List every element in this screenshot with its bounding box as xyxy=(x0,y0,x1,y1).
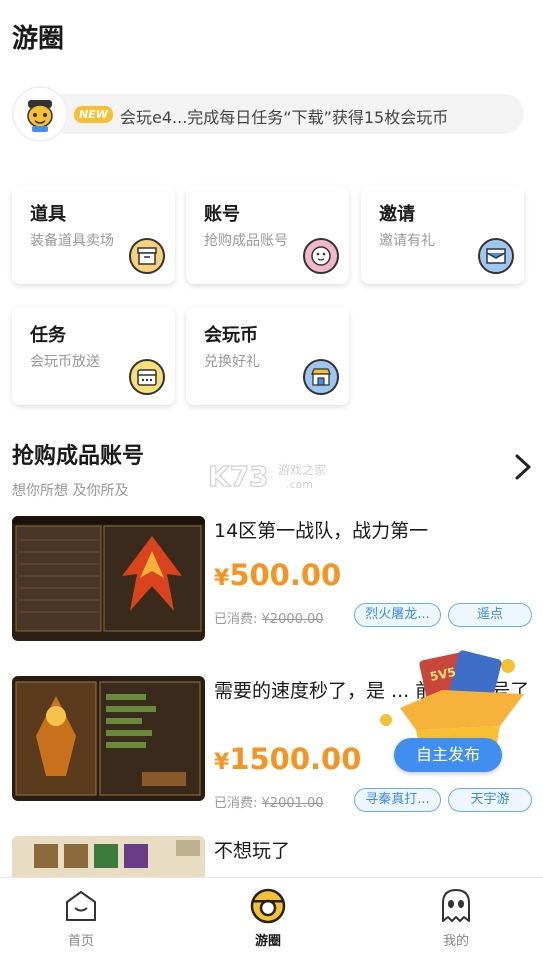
publish-floating-button[interactable]: 5V5 自主发布 xyxy=(372,650,532,780)
face-icon xyxy=(303,238,339,274)
spent-value: ¥2000.00 xyxy=(261,612,324,627)
card-title: 邀请 xyxy=(379,204,415,225)
section-title: 抢购成品账号 xyxy=(12,444,145,469)
price-value: 1500.00 xyxy=(229,742,362,776)
card-subtitle: 会玩币放送 xyxy=(30,354,100,370)
spent-label: 已消费: xyxy=(214,612,258,627)
tab-mine[interactable]: 我的 xyxy=(416,886,496,949)
card-props[interactable]: 道具 装备道具卖场 xyxy=(12,186,175,284)
tab-home[interactable]: 首页 xyxy=(41,886,121,949)
game-tag[interactable]: 烈火屠龙... xyxy=(354,603,441,627)
card-coins[interactable]: 会玩币 兑换好礼 xyxy=(186,307,349,405)
card-subtitle: 邀请有礼 xyxy=(379,233,435,249)
page-title: 游圈 xyxy=(12,24,65,54)
new-badge: NEW xyxy=(74,106,113,123)
item-price: ¥500.00 xyxy=(214,558,341,592)
home-icon xyxy=(61,886,101,926)
card-task[interactable]: 任务 会玩币放送 xyxy=(12,307,175,405)
store-icon xyxy=(129,238,165,274)
spent-value: ¥2001.00 xyxy=(261,796,324,811)
item-thumbnail xyxy=(12,676,205,801)
card-title: 道具 xyxy=(30,204,66,225)
currency-symbol: ¥ xyxy=(214,750,230,775)
shop-icon xyxy=(303,359,339,395)
svg-text:.com: .com xyxy=(286,478,313,491)
card-invite[interactable]: 邀请 邀请有礼 xyxy=(361,186,524,284)
item-title: 14区第一战队，战力第一 xyxy=(214,520,429,542)
svg-text:游戏之家: 游戏之家 xyxy=(278,462,326,477)
card-subtitle: 装备道具卖场 xyxy=(30,233,114,249)
mascot-avatar-icon[interactable] xyxy=(12,86,68,142)
calendar-icon xyxy=(129,359,165,395)
item-price: ¥1500.00 xyxy=(214,742,361,776)
bottom-tab-bar: 首页 游圈 我的 xyxy=(0,877,543,953)
tab-label: 我的 xyxy=(442,934,469,949)
tab-label: 首页 xyxy=(67,934,94,949)
item-thumbnail xyxy=(12,836,205,877)
section-subtitle: 想你所想 及你所及 xyxy=(12,483,129,499)
chevron-right-icon[interactable] xyxy=(511,452,535,482)
notice-text[interactable]: 会玩e4...完成每日任务“下载”获得15枚会玩币 xyxy=(120,104,448,128)
card-title: 账号 xyxy=(204,204,240,225)
item-title: 不想玩了 xyxy=(214,840,291,862)
price-value: 500.00 xyxy=(229,558,342,592)
list-item[interactable]: 14区第一战队，战力第一 ¥500.00 已消费: ¥2000.00 烈火屠龙.… xyxy=(12,516,532,642)
item-thumbnail xyxy=(12,516,205,641)
mail-icon xyxy=(478,238,514,274)
tab-label: 游圈 xyxy=(254,934,281,949)
tab-circle[interactable]: 游圈 xyxy=(228,886,308,949)
watermark-logo: K73 游戏之家 .com xyxy=(207,458,338,496)
circle-icon xyxy=(248,886,288,926)
notice-bar[interactable]: NEW 会玩e4...完成每日任务“下载”获得15枚会玩币 xyxy=(12,86,524,142)
publish-button-label[interactable]: 自主发布 xyxy=(394,738,502,772)
card-subtitle: 兑换好礼 xyxy=(204,354,260,370)
list-item[interactable]: 不想玩了 xyxy=(12,836,532,877)
gift-box-icon: 5V5 xyxy=(380,650,524,748)
platform-tag[interactable]: 遥点 xyxy=(448,603,532,627)
card-title: 任务 xyxy=(30,325,66,346)
svg-text:K73: K73 xyxy=(208,460,269,493)
platform-tag[interactable]: 天宇游 xyxy=(448,788,532,812)
spent-label: 已消费: xyxy=(214,796,258,811)
ghost-icon xyxy=(436,886,476,926)
card-subtitle: 抢购成品账号 xyxy=(204,233,288,249)
card-account[interactable]: 账号 抢购成品账号 xyxy=(186,186,349,284)
game-tag[interactable]: 寻秦真打... xyxy=(354,788,441,812)
currency-symbol: ¥ xyxy=(214,566,230,591)
card-title: 会玩币 xyxy=(204,325,258,346)
